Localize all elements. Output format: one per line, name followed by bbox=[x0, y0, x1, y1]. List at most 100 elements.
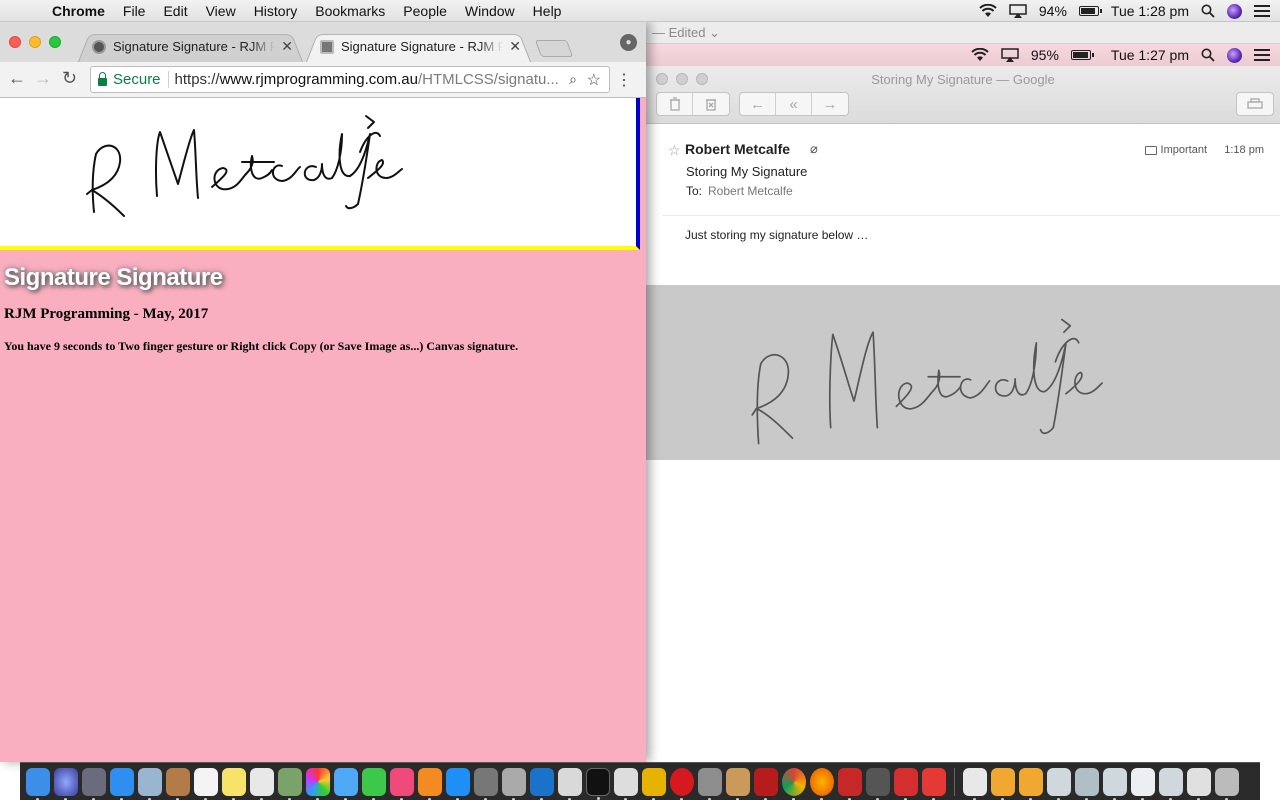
minimized-window-icon-4[interactable] bbox=[1075, 767, 1099, 800]
reminders-icon[interactable] bbox=[250, 767, 274, 800]
dock bbox=[20, 762, 1260, 800]
minimized-window-icon-1[interactable] bbox=[991, 767, 1015, 800]
url-text[interactable]: https://www.rjmprogramming.com.au/HTMLCS… bbox=[175, 71, 560, 88]
minimized-window-icon-3[interactable] bbox=[1047, 767, 1071, 800]
menu-app-chrome[interactable]: Chrome bbox=[52, 3, 105, 19]
image-capture-icon[interactable] bbox=[698, 767, 722, 800]
tab-1[interactable]: Signature Signature - RJM Programming ✕ bbox=[78, 31, 303, 62]
close-tab-icon[interactable]: ✕ bbox=[281, 38, 293, 55]
menu-help[interactable]: Help bbox=[533, 3, 562, 19]
filezilla-icon[interactable] bbox=[754, 767, 778, 800]
minimized-window-icon-8[interactable] bbox=[1187, 767, 1211, 800]
battery-icon[interactable] bbox=[1078, 6, 1102, 16]
app-icon-gray[interactable] bbox=[866, 767, 890, 800]
menu-edit[interactable]: Edit bbox=[163, 3, 187, 19]
message-body-text: Just storing my signature below … bbox=[685, 228, 869, 242]
new-tab-button[interactable] bbox=[534, 40, 574, 57]
terminal-icon[interactable] bbox=[586, 767, 610, 800]
utility-icon[interactable] bbox=[502, 767, 526, 800]
app-icon-brown[interactable] bbox=[726, 767, 750, 800]
spotlight-search-icon[interactable] bbox=[1201, 4, 1215, 18]
trash-icon[interactable] bbox=[1215, 767, 1239, 800]
menu-people[interactable]: People bbox=[403, 3, 447, 19]
preview-icon[interactable] bbox=[558, 767, 582, 800]
messages-icon[interactable] bbox=[334, 767, 358, 800]
profile-icon[interactable]: ● bbox=[620, 34, 637, 51]
forward-arrow-icon[interactable]: → bbox=[34, 68, 52, 89]
menu-window[interactable]: Window bbox=[465, 3, 515, 19]
junk-button[interactable] bbox=[693, 93, 729, 115]
safari-icon[interactable] bbox=[110, 767, 134, 800]
ibooks-icon[interactable] bbox=[418, 767, 442, 800]
tab-2[interactable]: Signature Signature - RJM Programming ✕ bbox=[306, 31, 531, 62]
forward-button[interactable]: → bbox=[812, 93, 848, 115]
menu-history[interactable]: History bbox=[254, 3, 298, 19]
chrome-icon[interactable] bbox=[782, 767, 806, 800]
app-store-icon[interactable] bbox=[138, 767, 162, 800]
sketchup-icon[interactable] bbox=[922, 767, 946, 800]
menu-file[interactable]: File bbox=[123, 3, 146, 19]
tab-favicon bbox=[92, 39, 106, 54]
firefox-icon[interactable] bbox=[810, 767, 834, 800]
forward-icon: → bbox=[822, 95, 838, 113]
reply-button[interactable]: ← bbox=[740, 93, 776, 115]
gimp-icon[interactable] bbox=[614, 767, 638, 800]
print-button[interactable] bbox=[1237, 93, 1273, 115]
contacts-icon[interactable] bbox=[166, 767, 190, 800]
clock[interactable]: Tue 1:28 pm bbox=[1111, 3, 1189, 19]
mailbox-label[interactable]: Important bbox=[1144, 144, 1207, 156]
minimized-window-icon-7[interactable] bbox=[1159, 767, 1183, 800]
star-icon[interactable]: ☆ bbox=[668, 142, 681, 159]
document-icon[interactable] bbox=[963, 767, 987, 800]
junk-icon bbox=[706, 99, 716, 111]
app-store-icon-2[interactable] bbox=[446, 767, 470, 800]
app-icon-red-2[interactable] bbox=[894, 767, 918, 800]
recipient-line: To: Robert Metcalfe bbox=[686, 184, 793, 198]
signature-attachment-image[interactable] bbox=[646, 285, 1280, 460]
tab-strip: Signature Signature - RJM Programming ✕ … bbox=[0, 22, 646, 62]
trash-button[interactable] bbox=[657, 93, 693, 115]
address-bar[interactable]: Secure https://www.rjmprogramming.com.au… bbox=[90, 66, 610, 93]
siri-icon[interactable] bbox=[1227, 3, 1242, 19]
notification-center-icon[interactable] bbox=[1254, 5, 1270, 17]
menu-bookmarks[interactable]: Bookmarks bbox=[315, 3, 385, 19]
minimized-window-icon-2[interactable] bbox=[1019, 767, 1043, 800]
bookmark-star-icon[interactable]: ☆ bbox=[587, 70, 601, 90]
wifi-icon[interactable] bbox=[979, 4, 997, 18]
recipient-name[interactable]: Robert Metcalfe bbox=[708, 184, 793, 198]
launchpad-icon[interactable] bbox=[82, 767, 106, 800]
airplay-icon[interactable] bbox=[1009, 4, 1027, 18]
app-icon-red[interactable] bbox=[838, 767, 862, 800]
minimized-window-icon-6[interactable] bbox=[1131, 767, 1155, 800]
zoom-window-button[interactable] bbox=[49, 36, 61, 48]
notification-center-icon bbox=[1254, 49, 1270, 61]
print-icon bbox=[1247, 98, 1263, 109]
itunes-icon[interactable] bbox=[390, 767, 414, 800]
quicktime-icon[interactable] bbox=[530, 767, 554, 800]
siri-app-icon[interactable] bbox=[54, 767, 78, 800]
minimized-window-icon-5[interactable] bbox=[1103, 767, 1127, 800]
background-screenshot-menubar: 95% Tue 1:27 pm bbox=[646, 44, 1280, 66]
calendar-icon[interactable] bbox=[194, 767, 218, 800]
attachment-icon[interactable]: ⌀ bbox=[810, 141, 818, 157]
close-tab-icon[interactable]: ✕ bbox=[509, 38, 521, 55]
reply-all-button[interactable]: « bbox=[776, 93, 812, 115]
facetime-icon[interactable] bbox=[362, 767, 386, 800]
opera-icon[interactable] bbox=[670, 767, 694, 800]
zoom-icon[interactable]: ⌕ bbox=[569, 71, 577, 88]
maps-icon[interactable] bbox=[278, 767, 302, 800]
signature-canvas[interactable] bbox=[0, 98, 640, 250]
finder-icon[interactable] bbox=[26, 767, 50, 800]
siri-icon bbox=[1227, 47, 1242, 63]
system-preferences-icon[interactable] bbox=[474, 767, 498, 800]
back-arrow-icon[interactable]: ← bbox=[8, 68, 26, 89]
minimize-window-button[interactable] bbox=[29, 36, 41, 48]
photos-icon[interactable] bbox=[306, 767, 330, 800]
menu-view[interactable]: View bbox=[206, 3, 236, 19]
notes-icon[interactable] bbox=[222, 767, 246, 800]
reload-icon[interactable]: ↻ bbox=[62, 68, 77, 89]
chrome-menu-icon[interactable]: ⋮ bbox=[616, 70, 632, 90]
menu-bar: Chrome File Edit View History Bookmarks … bbox=[0, 0, 1280, 22]
close-window-button[interactable] bbox=[9, 36, 21, 48]
app-icon-yellow[interactable] bbox=[642, 767, 666, 800]
